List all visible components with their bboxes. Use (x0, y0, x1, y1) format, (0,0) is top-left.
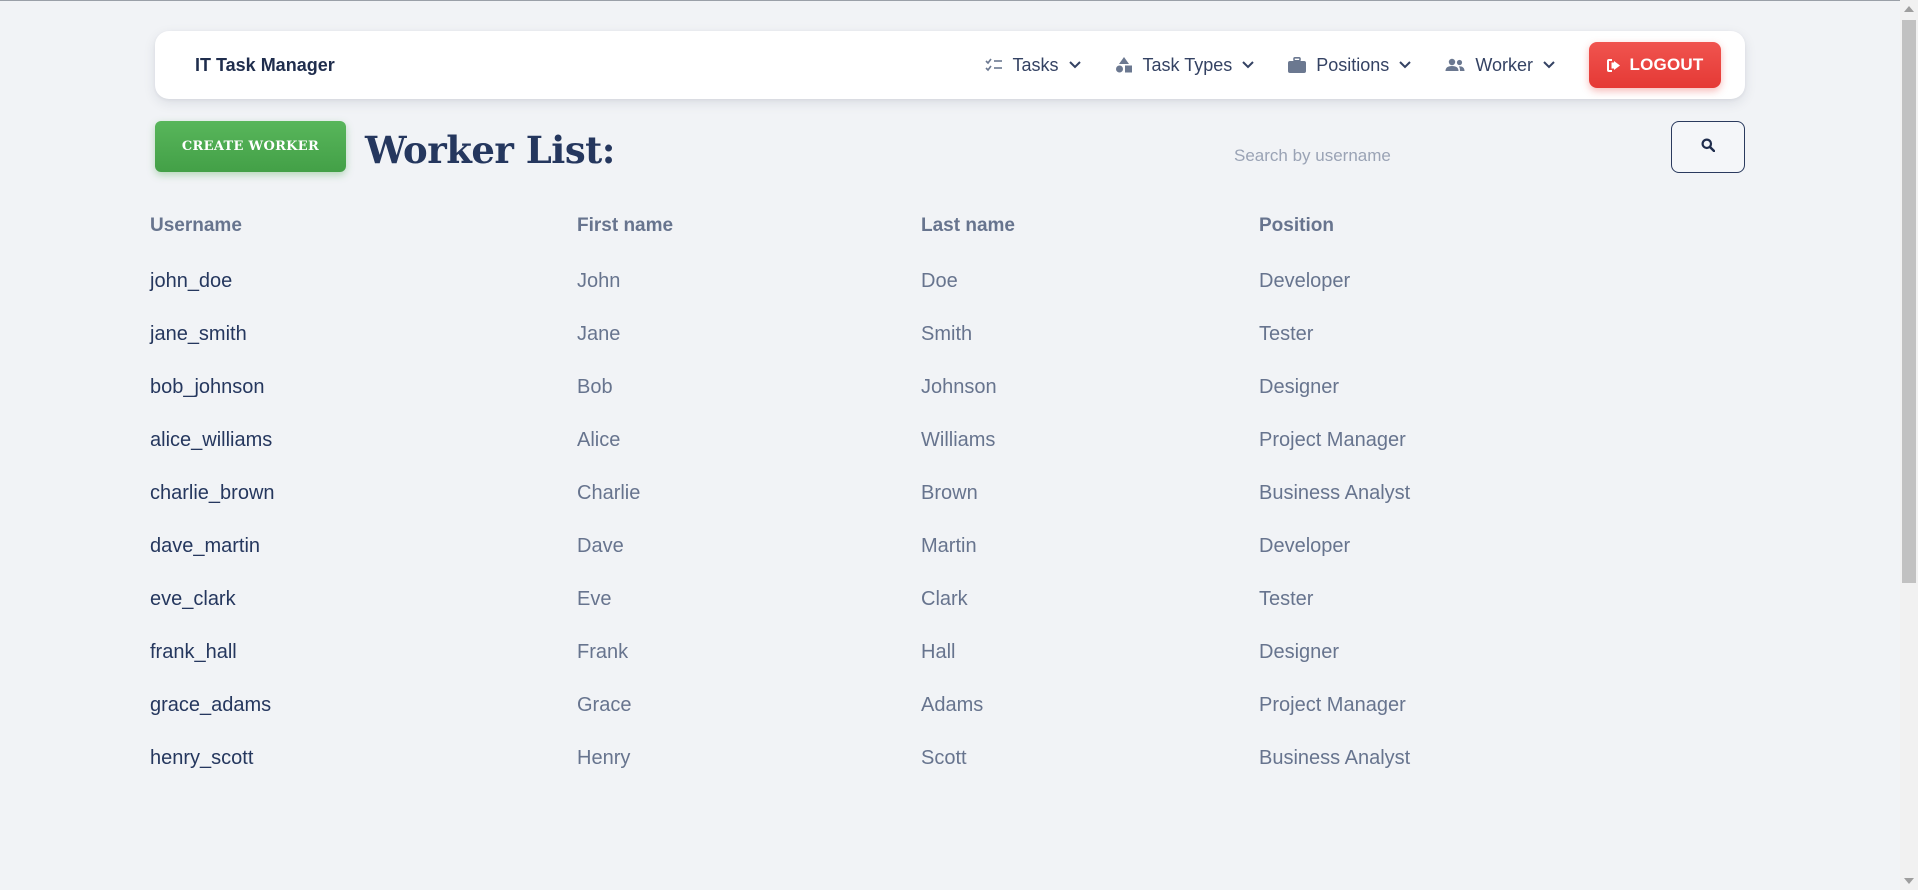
shapes-icon (1115, 57, 1133, 73)
create-worker-button[interactable]: CREATE WORKER (155, 121, 346, 172)
window-top-border (0, 0, 1918, 1)
username-cell[interactable]: john_doe (150, 270, 232, 293)
first-name-cell: Grace (577, 694, 632, 716)
first-name-cell: John (577, 270, 621, 292)
table-row[interactable]: alice_williams Alice Williams Project Manag… (150, 414, 1450, 467)
table-row[interactable]: eve_clark Eve Clark Tester (150, 573, 1450, 626)
column-header-last-name: Last name (921, 215, 1015, 236)
logout-icon (1606, 58, 1622, 72)
table-row[interactable]: grace_adams Grace Adams Project Manager (150, 679, 1450, 732)
first-name-cell: Alice (577, 429, 621, 451)
navbar: IT Task Manager Tasks Task Types Positio… (155, 31, 1745, 99)
column-header-first-name: First name (577, 215, 674, 236)
username-cell[interactable]: charlie_brown (150, 482, 275, 505)
position-cell: Designer (1259, 376, 1340, 398)
position-cell: Project Manager (1259, 694, 1406, 716)
first-name-cell: Jane (577, 323, 621, 345)
first-name-cell: Bob (577, 376, 613, 398)
table-row[interactable]: frank_hall Frank Hall Designer (150, 626, 1450, 679)
last-name-cell: Scott (921, 747, 967, 769)
first-name-cell: Charlie (577, 482, 641, 504)
username-cell[interactable]: frank_hall (150, 641, 237, 664)
last-name-cell: Doe (921, 270, 958, 292)
search-button[interactable] (1671, 121, 1745, 173)
username-cell[interactable]: eve_clark (150, 588, 236, 611)
table-header-row: Username First name Last name Position (150, 200, 1450, 255)
nav-item-tasks[interactable]: Tasks (984, 54, 1081, 76)
brand-title[interactable]: IT Task Manager (195, 55, 335, 76)
username-cell[interactable]: jane_smith (150, 323, 247, 346)
nav-item-positions[interactable]: Positions (1288, 54, 1412, 76)
table-row[interactable]: charlie_brown Charlie Brown Business Analys… (150, 467, 1450, 520)
table-row[interactable]: dave_martin Dave Martin Developer (150, 520, 1450, 573)
chevron-down-icon (1242, 61, 1254, 69)
nav-item-worker[interactable]: Worker (1445, 55, 1555, 76)
search-icon (1701, 138, 1716, 157)
position-cell: Business Analyst (1259, 747, 1411, 769)
task-list-icon (984, 58, 1003, 72)
username-cell[interactable]: henry_scott (150, 747, 253, 770)
username-cell[interactable]: grace_adams (150, 694, 271, 717)
first-name-cell: Henry (577, 747, 631, 769)
column-header-position: Position (1259, 215, 1334, 236)
nav-menu: Tasks Task Types Positions Worker LOGOUT (984, 42, 1721, 88)
users-icon (1445, 58, 1465, 72)
chevron-down-icon (1543, 61, 1555, 69)
page-title: Worker List: (365, 128, 615, 172)
chevron-down-icon (1399, 61, 1412, 69)
position-cell: Tester (1259, 588, 1314, 610)
last-name-cell: Williams (921, 429, 996, 451)
column-header-username: Username (150, 215, 242, 236)
scrollbar-thumb[interactable] (1902, 20, 1916, 583)
nav-item-label: Tasks (1012, 54, 1059, 75)
scroll-up-arrow-icon[interactable] (1904, 6, 1914, 12)
last-name-cell: Adams (921, 694, 984, 716)
last-name-cell: Johnson (921, 376, 997, 398)
logout-button[interactable]: LOGOUT (1589, 42, 1721, 88)
last-name-cell: Hall (921, 641, 956, 663)
vertical-scrollbar[interactable] (1900, 0, 1918, 890)
position-cell: Business Analyst (1259, 482, 1411, 504)
search-input[interactable] (1224, 140, 1614, 172)
position-cell: Tester (1259, 323, 1314, 345)
first-name-cell: Dave (577, 535, 624, 557)
username-cell[interactable]: bob_johnson (150, 376, 265, 399)
scroll-down-arrow-icon[interactable] (1904, 878, 1914, 884)
logout-label: LOGOUT (1629, 55, 1704, 74)
position-cell: Project Manager (1259, 429, 1406, 451)
nav-item-label: Positions (1316, 54, 1390, 75)
table-row[interactable]: john_doe John Doe Developer (150, 255, 1450, 308)
position-cell: Designer (1259, 641, 1340, 663)
chevron-down-icon (1068, 61, 1081, 69)
nav-item-task-types[interactable]: Task Types (1115, 55, 1255, 76)
position-cell: Developer (1259, 535, 1351, 557)
nav-item-label: Task Types (1142, 54, 1233, 75)
first-name-cell: Frank (577, 641, 629, 663)
last-name-cell: Clark (921, 588, 968, 610)
last-name-cell: Martin (921, 535, 977, 557)
last-name-cell: Smith (921, 323, 973, 345)
table-row[interactable]: bob_johnson Bob Johnson Designer (150, 361, 1450, 414)
position-cell: Developer (1259, 270, 1351, 292)
last-name-cell: Brown (921, 482, 978, 504)
username-cell[interactable]: alice_williams (150, 429, 272, 452)
worker-table: Username First name Last name Position j… (150, 200, 1450, 785)
nav-item-label: Worker (1475, 54, 1533, 75)
first-name-cell: Eve (577, 588, 612, 610)
briefcase-icon (1288, 57, 1307, 73)
table-row[interactable]: henry_scott Henry Scott Business Analyst (150, 732, 1450, 785)
username-cell[interactable]: dave_martin (150, 535, 260, 558)
table-row[interactable]: jane_smith Jane Smith Tester (150, 308, 1450, 361)
table-body: john_doe John Doe Developer jane_smith Jane Sm… (150, 255, 1450, 785)
